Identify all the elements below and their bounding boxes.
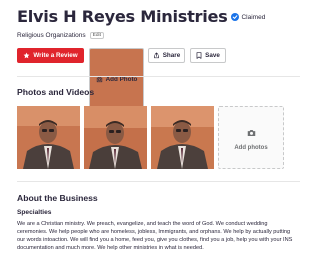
add-photos-tile[interactable]: Add photos bbox=[218, 106, 284, 169]
photo-gallery: Add photos bbox=[17, 106, 284, 169]
write-review-button[interactable]: Write a Review bbox=[17, 48, 84, 63]
camera-icon bbox=[247, 124, 256, 142]
add-photos-label: Add photos bbox=[234, 145, 268, 151]
photo-thumbnail[interactable] bbox=[17, 106, 80, 169]
photo-thumbnail[interactable] bbox=[84, 106, 147, 169]
claimed-badge[interactable]: Claimed bbox=[231, 13, 265, 21]
about-section-title: About the Business bbox=[17, 193, 98, 203]
specialties-text: We are a Christian ministry. We preach, … bbox=[17, 221, 293, 251]
title-row: Elvis H Reyes Ministries Claimed bbox=[17, 6, 297, 26]
divider bbox=[17, 76, 300, 77]
business-header: Elvis H Reyes Ministries Claimed Religio… bbox=[17, 6, 297, 40]
edit-category-button[interactable]: Edit bbox=[89, 32, 104, 39]
claimed-label: Claimed bbox=[241, 13, 266, 21]
star-icon bbox=[23, 52, 30, 59]
verified-check-icon bbox=[231, 13, 240, 21]
camera-icon bbox=[96, 76, 103, 83]
save-button[interactable]: Save bbox=[190, 48, 226, 63]
share-label: Share bbox=[162, 52, 181, 59]
add-photo-button[interactable]: Add Photo bbox=[89, 48, 144, 111]
category-row: Religious Organizations Edit bbox=[17, 31, 297, 40]
write-review-label: Write a Review bbox=[33, 52, 78, 59]
specialties-title: Specialties bbox=[17, 209, 52, 216]
save-label: Save bbox=[205, 52, 220, 59]
bookmark-icon bbox=[196, 52, 202, 59]
photo-thumbnail[interactable] bbox=[151, 106, 214, 169]
add-photo-label: Add Photo bbox=[105, 76, 138, 83]
business-name: Elvis H Reyes Ministries bbox=[17, 6, 228, 26]
divider bbox=[17, 181, 300, 182]
business-category[interactable]: Religious Organizations bbox=[17, 32, 86, 39]
share-icon bbox=[153, 52, 160, 59]
action-bar: Write a Review Add Photo Share Save bbox=[17, 48, 231, 111]
photos-section-title: Photos and Videos bbox=[17, 87, 95, 97]
share-button[interactable]: Share bbox=[148, 48, 185, 63]
